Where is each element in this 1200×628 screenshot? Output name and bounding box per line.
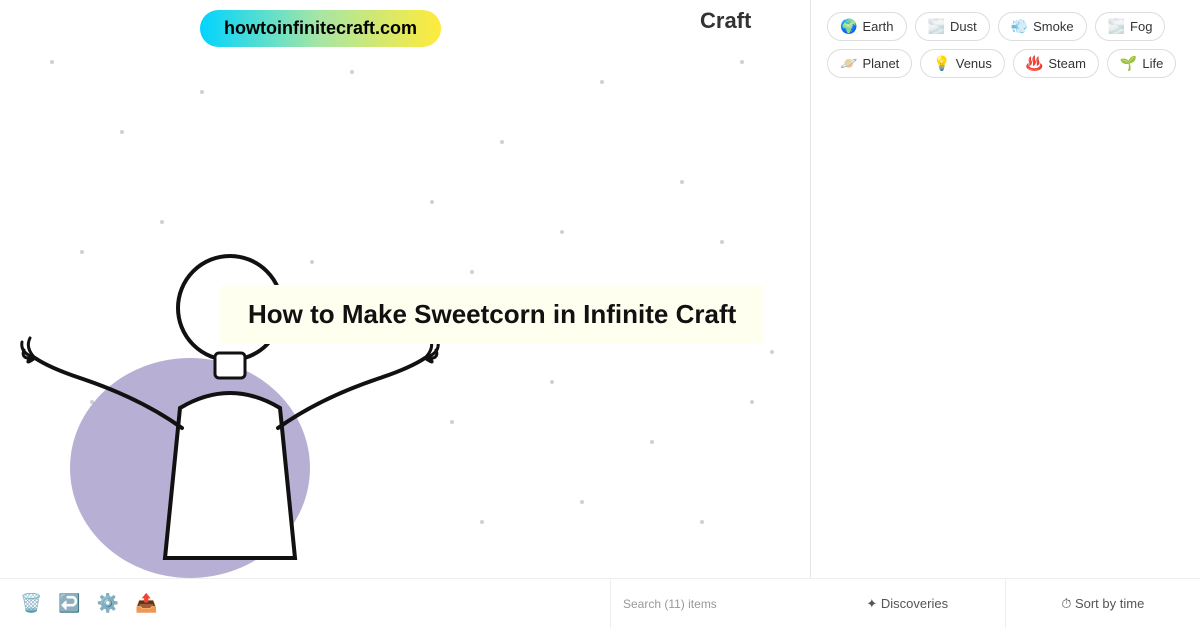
share-icon[interactable]: 📤 [135,593,157,614]
decorative-dot [350,70,354,74]
decorative-dot [200,90,204,94]
smoke-icon: 💨 [1011,18,1028,35]
trash-icon[interactable]: 🗑️ [20,593,42,614]
decorative-dot [650,440,654,444]
character-illustration [20,208,410,588]
discoveries-button[interactable]: ✦ Discoveries [810,579,1006,628]
element-chip-planet[interactable]: 🪐 Planet [827,49,912,78]
craft-header-partial: Craft [700,8,751,34]
sort-by-time-button[interactable]: ⏱ Sort by time [1006,579,1200,628]
fog-label: Fog [1130,19,1152,34]
decorative-dot [450,420,454,424]
element-chip-steam[interactable]: ♨️ Steam [1013,49,1099,78]
dust-label: Dust [950,19,977,34]
life-icon: 🌱 [1120,55,1137,72]
search-bar-partial[interactable]: Search (11) items [610,578,810,628]
right-panel: 🌍 Earth 🌫️ Dust 💨 Smoke 🌫️ Fog 🪐 Planet 💡 Venus ♨️ St… [810,0,1200,628]
settings-icon[interactable]: ⚙️ [97,593,119,614]
earth-icon: 🌍 [840,18,857,35]
life-label: Life [1142,56,1163,71]
undo-icon[interactable]: ↩️ [58,593,80,614]
venus-icon: 💡 [933,55,950,72]
element-chip-life[interactable]: 🌱 Life [1107,49,1176,78]
site-logo[interactable]: howtoinfinitecraft.com [200,10,441,47]
decorative-dot [50,60,54,64]
dust-icon: 🌫️ [928,18,945,35]
elements-grid: 🌍 Earth 🌫️ Dust 💨 Smoke 🌫️ Fog 🪐 Planet 💡 Venus ♨️ St… [811,0,1200,90]
venus-label: Venus [956,56,992,71]
steam-label: Steam [1048,56,1086,71]
decorative-dot [500,140,504,144]
decorative-dot [480,520,484,524]
decorative-dot [600,80,604,84]
smoke-label: Smoke [1033,19,1073,34]
main-canvas[interactable]: howtoinfinitecraft.com How to Make Sweet… [0,0,810,628]
decorative-dot [120,130,124,134]
decorative-dot [580,500,584,504]
element-chip-fog[interactable]: 🌫️ Fog [1095,12,1166,41]
planet-icon: 🪐 [840,55,857,72]
decorative-dot [430,200,434,204]
decorative-dot [740,60,744,64]
earth-label: Earth [862,19,893,34]
steam-icon: ♨️ [1026,55,1043,72]
decorative-dot [560,230,564,234]
element-chip-smoke[interactable]: 💨 Smoke [998,12,1087,41]
decorative-dot [700,520,704,524]
search-placeholder-text: Search (11) items [623,597,717,611]
planet-label: Planet [862,56,899,71]
bottom-bar: ✦ Discoveries ⏱ Sort by time [810,578,1200,628]
decorative-dot [720,240,724,244]
decorative-dot [550,380,554,384]
element-chip-venus[interactable]: 💡 Venus [920,49,1005,78]
fog-icon: 🌫️ [1108,18,1125,35]
page-title: How to Make Sweetcorn in Infinite Craft [220,285,764,344]
decorative-dot [770,350,774,354]
decorative-dot [470,270,474,274]
decorative-dot [750,400,754,404]
element-chip-earth[interactable]: 🌍 Earth [827,12,907,41]
element-chip-dust[interactable]: 🌫️ Dust [915,12,990,41]
decorative-dot [680,180,684,184]
character-svg [20,218,440,588]
